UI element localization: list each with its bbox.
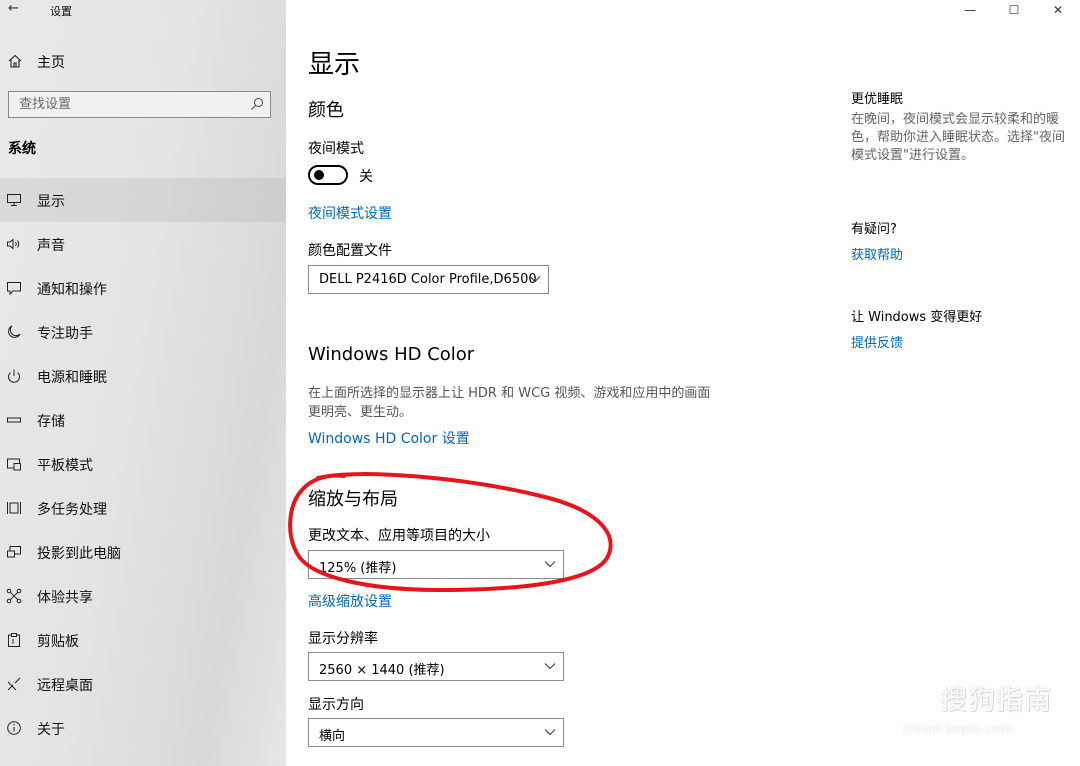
search-box[interactable] (8, 91, 271, 118)
sidebar-item-shared-experiences[interactable]: 体验共享 (0, 574, 286, 618)
sidebar-item-tablet-mode[interactable]: 平板模式 (0, 442, 286, 486)
night-light-toggle[interactable] (308, 165, 348, 185)
page-title: 显示 (308, 50, 361, 80)
sidebar-item-clipboard[interactable]: 剪贴板 (0, 618, 286, 662)
sidebar-item-label: 剪贴板 (37, 634, 79, 650)
info-icon (7, 721, 21, 735)
search-input[interactable] (9, 92, 239, 117)
scale-layout-heading: 缩放与布局 (308, 489, 398, 510)
multitask-icon (7, 502, 21, 514)
scale-dropdown[interactable]: 125% (推荐) (308, 550, 564, 579)
question-heading: 有疑问? (851, 222, 897, 237)
notification-icon (7, 282, 21, 296)
night-light-label: 夜间模式 (308, 141, 364, 157)
color-heading: 颜色 (308, 100, 344, 121)
sidebar-item-label: 投影到此电脑 (37, 546, 121, 562)
chevron-down-icon (544, 561, 556, 568)
sleep-text: 在晚间，夜间模式会显示较柔和的暖色，帮助你进入睡眠状态。选择"夜间模式设置"进行… (851, 112, 1065, 163)
sidebar-item-about[interactable]: 关于 (0, 706, 286, 750)
orientation-value: 横向 (319, 729, 346, 744)
color-profile-dropdown[interactable]: DELL P2416D Color Profile,D6500 (308, 265, 549, 294)
chevron-down-icon (544, 729, 556, 736)
clipboard-icon (8, 633, 20, 647)
sleep-heading: 更优睡眠 (851, 92, 904, 107)
night-light-settings-link[interactable]: 夜间模式设置 (308, 203, 392, 223)
toggle-knob (314, 170, 324, 180)
remote-desktop-icon (7, 677, 21, 691)
share-icon (6, 588, 22, 604)
resolution-label: 显示分辨率 (308, 631, 378, 647)
search-icon[interactable] (250, 97, 264, 111)
window-controls: — ☐ ✕ (948, 0, 1080, 20)
close-button[interactable]: ✕ (1036, 0, 1080, 20)
color-profile-value: DELL P2416D Color Profile,D6500 (319, 272, 537, 287)
sidebar-item-power[interactable]: 电源和睡眠 (0, 354, 286, 398)
give-feedback-link[interactable]: 提供反馈 (851, 332, 903, 351)
sidebar-item-label: 电源和睡眠 (37, 370, 107, 386)
hd-color-description: 在上面所选择的显示器上让 HDR 和 WCG 视频、游戏和应用中的画面更明亮、更… (308, 386, 711, 420)
sidebar-item-label: 多任务处理 (37, 502, 107, 518)
sidebar: ← 设置 主页 系统 显示 声音 通知和操作 专注助手 电源和睡眠 (0, 0, 286, 766)
orientation-dropdown[interactable]: 横向 (308, 718, 564, 747)
monitor-icon (7, 194, 21, 206)
watermark: 搜狗指南 zhinan.sogou.com (900, 674, 1070, 754)
color-profile-label: 颜色配置文件 (308, 243, 392, 259)
sidebar-item-display[interactable]: 显示 (0, 178, 286, 222)
scale-label: 更改文本、应用等项目的大小 (308, 528, 490, 544)
watermark-url: zhinan.sogou.com (902, 722, 1012, 736)
power-icon (8, 369, 20, 383)
sidebar-item-label: 专注助手 (37, 326, 93, 342)
watermark-text: 搜狗指南 (940, 685, 1052, 716)
sogou-logo-icon (902, 678, 938, 714)
sidebar-item-label: 平板模式 (37, 458, 93, 474)
advanced-scaling-link[interactable]: 高级缩放设置 (308, 591, 392, 611)
storage-icon (7, 417, 21, 423)
section-title: 系统 (8, 141, 36, 157)
resolution-value: 2560 × 1440 (推荐) (319, 663, 445, 678)
home-icon (8, 54, 22, 68)
hd-color-heading: Windows HD Color (308, 344, 475, 365)
sidebar-item-project[interactable]: 投影到此电脑 (0, 530, 286, 574)
orientation-label: 显示方向 (308, 697, 364, 713)
project-icon (7, 546, 21, 558)
sidebar-item-label: 关于 (37, 722, 65, 738)
sidebar-item-multitasking[interactable]: 多任务处理 (0, 486, 286, 530)
sidebar-nav: 显示 声音 通知和操作 专注助手 电源和睡眠 存储 平板模式 多任务处理 投影到… (0, 178, 286, 750)
sidebar-item-label: 声音 (37, 238, 65, 254)
hd-color-settings-link[interactable]: Windows HD Color 设置 (308, 428, 470, 448)
sidebar-item-label: 显示 (37, 194, 65, 210)
chevron-down-icon (544, 663, 556, 670)
sidebar-item-remote-desktop[interactable]: 远程桌面 (0, 662, 286, 706)
sidebar-item-label: 存储 (37, 414, 65, 430)
minimize-button[interactable]: — (948, 0, 992, 20)
moon-icon (8, 325, 21, 338)
speaker-icon (7, 238, 20, 250)
back-arrow-icon[interactable]: ← (8, 1, 19, 16)
get-help-link[interactable]: 获取帮助 (851, 244, 903, 263)
sidebar-item-label: 体验共享 (37, 590, 93, 606)
feedback-heading: 让 Windows 变得更好 (851, 310, 983, 325)
sidebar-item-sound[interactable]: 声音 (0, 222, 286, 266)
scale-value: 125% (推荐) (319, 561, 397, 576)
sidebar-item-home[interactable]: 主页 (0, 48, 286, 76)
sidebar-item-label: 通知和操作 (37, 282, 107, 298)
sidebar-item-focus-assist[interactable]: 专注助手 (0, 310, 286, 354)
title-bar: ← 设置 (0, 0, 286, 22)
sidebar-item-storage[interactable]: 存储 (0, 398, 286, 442)
sidebar-item-label: 主页 (37, 55, 65, 71)
chevron-down-icon (529, 276, 541, 283)
sidebar-item-notifications[interactable]: 通知和操作 (0, 266, 286, 310)
resolution-dropdown[interactable]: 2560 × 1440 (推荐) (308, 652, 564, 681)
night-light-state: 关 (359, 169, 373, 185)
sidebar-item-label: 远程桌面 (37, 678, 93, 694)
maximize-button[interactable]: ☐ (992, 0, 1036, 20)
app-title: 设置 (50, 5, 72, 18)
tablet-icon (7, 458, 21, 471)
